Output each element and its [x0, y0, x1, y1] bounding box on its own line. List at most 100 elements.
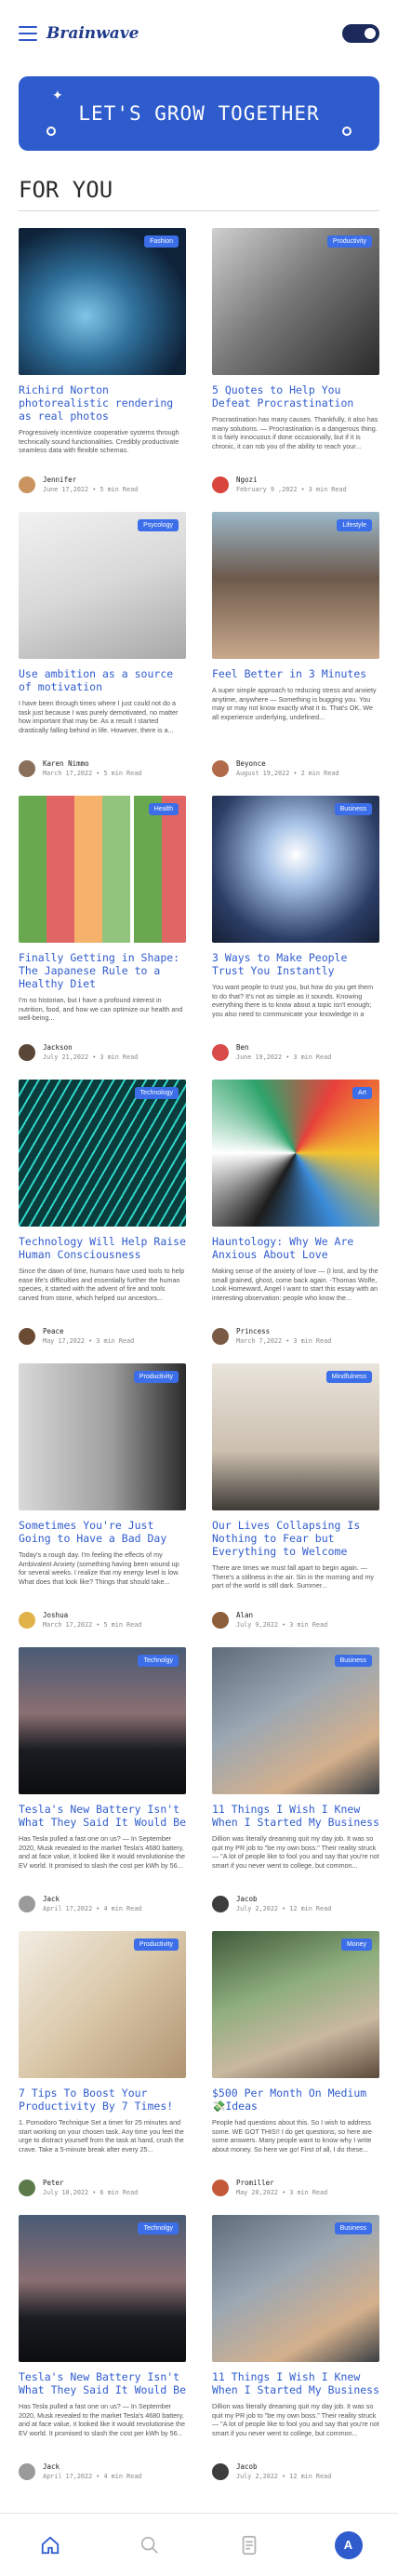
article-excerpt: Has Tesla pulled a fast one on us? — In …	[19, 1834, 185, 1870]
article-title[interactable]: 7 Tips To Boost Your Productivity By 7 T…	[19, 2086, 186, 2113]
article-card[interactable]: Psycology Use ambition as a source of mo…	[19, 512, 186, 796]
article-card[interactable]: Business 11 Things I Wish I Knew When I …	[212, 2215, 379, 2499]
article-title[interactable]: Feel Better in 3 Minutes	[212, 667, 379, 680]
author-row[interactable]: Peace May 17,2022 • 3 min Read	[19, 1327, 134, 1345]
category-tag[interactable]: Lifestyle	[337, 519, 372, 531]
article-card[interactable]: Money $500 Per Month On Medium 💸Ideas Pe…	[212, 1931, 379, 2215]
category-tag[interactable]: Business	[334, 2222, 372, 2234]
author-row[interactable]: Joshua March 17,2022 • 5 min Read	[19, 1611, 141, 1629]
article-meta: February 9 ,2022 • 3 min Read	[236, 486, 347, 493]
author-row[interactable]: Promiller May 20,2022 • 3 min Read	[212, 2179, 327, 2196]
author-row[interactable]: Ngozi February 9 ,2022 • 3 min Read	[212, 476, 347, 493]
theme-toggle[interactable]	[342, 24, 379, 43]
article-card[interactable]: Art Hauntology: Why We Are Anxious About…	[212, 1080, 379, 1363]
article-card[interactable]: Technology Technology Will Help Raise Hu…	[19, 1080, 186, 1363]
article-card[interactable]: Lifestyle Feel Better in 3 Minutes A sup…	[212, 512, 379, 796]
avatar	[212, 1895, 229, 1912]
article-image: Health	[19, 796, 186, 943]
category-tag[interactable]: Fashion	[144, 235, 179, 248]
avatar	[212, 1611, 229, 1629]
article-meta: July 21,2022 • 3 min Read	[43, 1053, 139, 1061]
author-row[interactable]: Peter July 10,2022 • 6 min Read	[19, 2179, 138, 2196]
article-card[interactable]: Health Finally Getting in Shape: The Jap…	[19, 796, 186, 1080]
article-meta: April 17,2022 • 4 min Read	[43, 1905, 142, 1912]
search-icon[interactable]	[131, 2527, 168, 2564]
document-icon[interactable]	[231, 2527, 268, 2564]
profile-avatar[interactable]: A	[330, 2527, 367, 2564]
article-title[interactable]: Finally Getting in Shape: The Japanese R…	[19, 951, 186, 990]
article-title[interactable]: Sometimes You're Just Going to Have a Ba…	[19, 1519, 186, 1545]
article-card[interactable]: Productivity 5 Quotes to Help You Defeat…	[212, 228, 379, 512]
category-tag[interactable]: Business	[334, 803, 372, 815]
author-row[interactable]: Beyonce August 19,2022 • 2 min Read	[212, 759, 339, 777]
article-title[interactable]: Tesla's New Battery Isn't What They Said…	[19, 2370, 186, 2396]
author-row[interactable]: Jack April 17,2022 • 4 min Read	[19, 1895, 141, 1912]
article-card[interactable]: Productivity Sometimes You're Just Going…	[19, 1363, 186, 1647]
article-image: Business	[212, 1647, 379, 1794]
article-title[interactable]: $500 Per Month On Medium 💸Ideas	[212, 2086, 379, 2113]
hero-text: LET'S GROW TOGETHER	[78, 102, 320, 125]
category-tag[interactable]: Productivity	[326, 235, 372, 248]
category-tag[interactable]: Money	[340, 1939, 372, 1951]
article-image: Technolgy	[19, 2215, 186, 2362]
author-row[interactable]: Alan July 9,2022 • 3 min Read	[212, 1611, 327, 1629]
category-tag[interactable]: Mindfulness	[325, 1371, 372, 1383]
decor-circle-icon	[342, 127, 352, 136]
article-card[interactable]: Mindfulness Our Lives Collapsing Is Noth…	[212, 1363, 379, 1647]
article-title[interactable]: 11 Things I Wish I Knew When I Started M…	[212, 2370, 379, 2396]
article-excerpt: Since the dawn of time, humans have used…	[19, 1267, 185, 1302]
article-title[interactable]: Use ambition as a source of motivation	[19, 667, 186, 693]
category-tag[interactable]: Technology	[134, 1087, 179, 1099]
author-name: Ngozi	[236, 476, 258, 484]
article-title[interactable]: Our Lives Collapsing Is Nothing to Fear …	[212, 1519, 379, 1558]
article-meta: April 17,2022 • 4 min Read	[43, 2473, 142, 2480]
article-image: Technolgy	[19, 1647, 186, 1794]
article-card[interactable]: Technolgy Tesla's New Battery Isn't What…	[19, 1647, 186, 1931]
article-image: Business	[212, 2215, 379, 2362]
article-image: Productivity	[19, 1363, 186, 1510]
sparkle-icon: ✦	[52, 87, 63, 102]
category-tag[interactable]: Business	[334, 1655, 372, 1667]
author-row[interactable]: Jacob July 2,2022 • 12 min Read	[212, 1895, 331, 1912]
article-card[interactable]: Technolgy Tesla's New Battery Isn't What…	[19, 2215, 186, 2499]
article-title[interactable]: Richird Norton photorealistic rendering …	[19, 383, 186, 423]
article-meta: June 19,2022 • 3 min Read	[236, 1053, 332, 1061]
author-row[interactable]: Karen Nimmo March 17,2022 • 5 min Read	[19, 759, 141, 777]
section-title: FOR YOU	[19, 177, 113, 203]
author-row[interactable]: Jackson July 21,2022 • 3 min Read	[19, 1043, 138, 1061]
article-image: Productivity	[212, 228, 379, 375]
article-title[interactable]: 3 Ways to Make People Trust You Instantl…	[212, 951, 379, 977]
author-name: Karen Nimmo	[43, 759, 89, 768]
home-icon[interactable]	[32, 2527, 69, 2564]
article-card[interactable]: Productivity 7 Tips To Boost Your Produc…	[19, 1931, 186, 2215]
author-row[interactable]: Jacob July 2,2022 • 12 min Read	[212, 2462, 331, 2480]
avatar	[212, 759, 229, 777]
article-title[interactable]: 5 Quotes to Help You Defeat Procrastinat…	[212, 383, 379, 409]
article-card[interactable]: Business 11 Things I Wish I Knew When I …	[212, 1647, 379, 1931]
logo[interactable]: Brainwave	[46, 24, 342, 43]
bottom-nav: A	[0, 2513, 398, 2576]
article-excerpt: Making sense of the anxiety of love — (I…	[212, 1267, 378, 1302]
category-tag[interactable]: Art	[352, 1087, 372, 1099]
category-tag[interactable]: Technolgy	[138, 1655, 179, 1667]
menu-icon[interactable]	[19, 26, 37, 41]
category-tag[interactable]: Technolgy	[138, 2222, 179, 2234]
article-meta: July 2,2022 • 12 min Read	[236, 2473, 332, 2480]
article-excerpt: Dillion was literally dreaming quit my d…	[212, 2402, 379, 2437]
category-tag[interactable]: Productivity	[133, 1371, 179, 1383]
category-tag[interactable]: Psycology	[138, 519, 179, 531]
article-title[interactable]: 11 Things I Wish I Knew When I Started M…	[212, 1803, 379, 1829]
article-excerpt: Has Tesla pulled a fast one on us? — In …	[19, 2402, 185, 2437]
author-row[interactable]: Ben June 19,2022 • 3 min Read	[212, 1043, 331, 1061]
article-image: Psycology	[19, 512, 186, 659]
article-title[interactable]: Hauntology: Why We Are Anxious About Lov…	[212, 1235, 379, 1261]
author-row[interactable]: Jennifer June 17,2022 • 5 min Read	[19, 476, 138, 493]
category-tag[interactable]: Productivity	[133, 1939, 179, 1951]
article-card[interactable]: Business 3 Ways to Make People Trust You…	[212, 796, 379, 1080]
author-row[interactable]: Jack April 17,2022 • 4 min Read	[19, 2462, 141, 2480]
author-row[interactable]: Princess March 7,2022 • 3 min Read	[212, 1327, 331, 1345]
article-title[interactable]: Tesla's New Battery Isn't What They Said…	[19, 1803, 186, 1829]
article-card[interactable]: Fashion Richird Norton photorealistic re…	[19, 228, 186, 512]
category-tag[interactable]: Health	[148, 803, 179, 815]
article-title[interactable]: Technology Will Help Raise Human Conscio…	[19, 1235, 186, 1261]
